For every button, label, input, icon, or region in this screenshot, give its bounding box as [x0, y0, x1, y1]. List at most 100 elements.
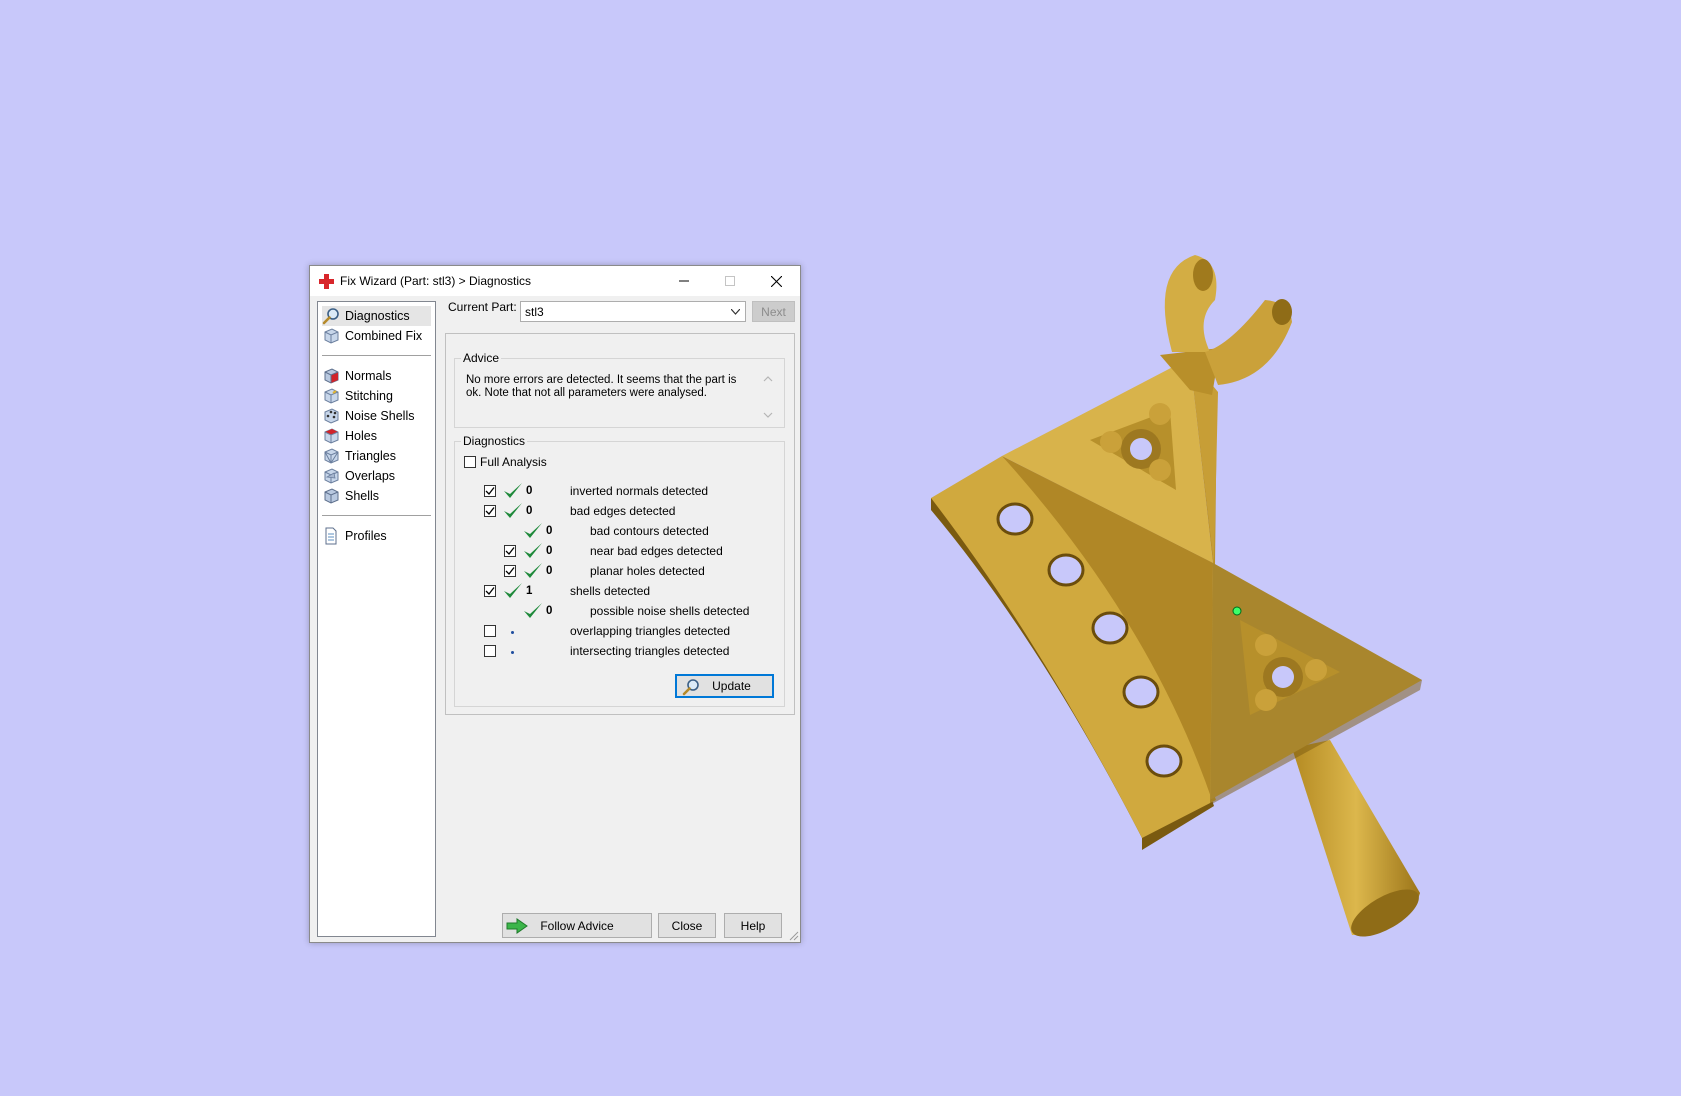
follow-advice-label: Follow Advice: [540, 918, 614, 933]
status-dot: [511, 631, 514, 634]
diagnostics-panel: Advice No more errors are detected. It s…: [445, 333, 795, 715]
checkmark-icon: [485, 507, 495, 515]
magnifier-icon: [322, 308, 339, 325]
shells-cube-icon: [324, 488, 339, 504]
intersecting-triangles-checkbox[interactable]: [484, 645, 496, 657]
help-button[interactable]: Help: [724, 913, 782, 938]
nav-item-label: Stitching: [345, 389, 393, 403]
green-check-icon: [524, 563, 542, 578]
maximize-icon: [725, 276, 735, 286]
next-button-label: Next: [761, 304, 786, 319]
nav-item-profiles[interactable]: Profiles: [322, 526, 431, 546]
nav-item-label: Normals: [345, 369, 392, 383]
nav-item-triangles[interactable]: Triangles: [322, 446, 431, 466]
3d-viewport[interactable]: [0, 0, 1681, 1093]
nav-item-overlaps[interactable]: Overlaps: [322, 466, 431, 486]
update-button[interactable]: Update: [675, 674, 774, 698]
planar-holes-count: 0: [546, 565, 553, 577]
green-check-icon: [504, 503, 522, 518]
next-button[interactable]: Next: [752, 301, 795, 322]
close-window-button[interactable]: [753, 266, 799, 296]
holes-cube-icon: [324, 428, 339, 444]
current-part-label: Current Part:: [448, 300, 517, 314]
update-button-label: Update: [712, 679, 751, 693]
nav-item-normals[interactable]: Normals: [322, 366, 431, 386]
green-check-icon: [524, 543, 542, 558]
green-check-icon: [504, 583, 522, 598]
nav-item-holes[interactable]: Holes: [322, 426, 431, 446]
title-bar[interactable]: Fix Wizard (Part: stl3) > Diagnostics: [310, 266, 800, 296]
nav-item-label: Overlaps: [345, 469, 396, 483]
triangles-cube-icon: [324, 448, 339, 464]
stitching-cube-icon: [324, 388, 339, 404]
bad-edges-count: 0: [526, 505, 533, 517]
red-cross-icon: [319, 274, 334, 289]
planar-holes-label: planar holes detected: [590, 564, 705, 578]
noise-shells-count: 0: [546, 605, 553, 617]
overlapping-triangles-label: overlapping triangles detected: [570, 624, 731, 638]
bad-contours-label: bad contours detected: [590, 524, 709, 538]
near-bad-edges-count: 0: [546, 545, 553, 557]
inverted-normals-checkbox[interactable]: [484, 485, 496, 497]
resize-grip-icon[interactable]: [787, 929, 799, 941]
help-button-label: Help: [740, 918, 766, 933]
green-check-icon: [524, 523, 542, 538]
advice-group-title: Advice: [461, 351, 502, 365]
follow-advice-button[interactable]: Follow Advice: [502, 913, 652, 938]
noise-shells-label: possible noise shells detected: [590, 604, 750, 618]
nav-item-combined-fix[interactable]: Combined Fix: [322, 326, 431, 346]
fix-wizard-dialog: Fix Wizard (Part: stl3) > Diagnostics Di…: [309, 265, 801, 943]
full-analysis-label: Full Analysis: [480, 455, 547, 469]
nav-item-label: Profiles: [345, 529, 387, 543]
minimize-button[interactable]: [661, 266, 707, 296]
close-button[interactable]: Close: [658, 913, 716, 938]
current-part-value: stl3: [525, 305, 544, 319]
nav-item-label: Noise Shells: [345, 409, 415, 423]
shells-checkbox[interactable]: [484, 585, 496, 597]
nav-item-diagnostics[interactable]: Diagnostics: [322, 306, 431, 326]
nav-item-label: Shells: [345, 489, 380, 503]
nav-separator: [322, 515, 431, 516]
intersecting-triangles-label: intersecting triangles detected: [570, 644, 730, 658]
inverted-normals-label: inverted normals detected: [570, 484, 709, 498]
normals-cube-icon: [324, 368, 339, 384]
current-part-select[interactable]: stl3: [520, 301, 746, 322]
cube-icon: [324, 328, 339, 344]
green-check-icon: [504, 483, 522, 498]
wizard-nav-list: Diagnostics Combined Fix Normals Stitchi…: [317, 301, 436, 937]
overlaps-cube-icon: [324, 468, 339, 484]
nav-item-stitching[interactable]: Stitching: [322, 386, 431, 406]
nav-separator: [322, 355, 431, 356]
planar-holes-checkbox[interactable]: [504, 565, 516, 577]
checkmark-icon: [505, 567, 515, 575]
full-analysis-checkbox[interactable]: [464, 456, 476, 468]
green-check-icon: [524, 603, 542, 618]
inverted-normals-count: 0: [526, 485, 533, 497]
noise-shells-cube-icon: [324, 408, 339, 424]
advice-text: No more errors are detected. It seems th…: [466, 374, 737, 399]
window-title: Fix Wizard (Part: stl3) > Diagnostics: [340, 274, 532, 288]
nav-item-shells[interactable]: Shells: [322, 486, 431, 506]
nav-item-noise-shells[interactable]: Noise Shells: [322, 406, 431, 426]
maximize-button[interactable]: [707, 266, 753, 296]
overlapping-triangles-checkbox[interactable]: [484, 625, 496, 637]
nav-item-label: Combined Fix: [345, 329, 423, 343]
shells-count: 1: [526, 585, 533, 597]
near-bad-edges-checkbox[interactable]: [504, 545, 516, 557]
near-bad-edges-label: near bad edges detected: [590, 544, 723, 558]
close-icon: [770, 275, 782, 287]
nav-item-label: Holes: [345, 429, 377, 443]
nav-item-label: Diagnostics: [345, 309, 410, 323]
checkmark-icon: [485, 487, 495, 495]
shells-label: shells detected: [570, 584, 651, 598]
bad-edges-label: bad edges detected: [570, 504, 676, 518]
advice-group: Advice No more errors are detected. It s…: [454, 351, 785, 428]
magnifier-icon: [682, 679, 699, 696]
nav-item-label: Triangles: [345, 449, 396, 463]
green-arrow-icon: [506, 918, 528, 934]
chevron-down-icon: [731, 309, 740, 315]
bad-contours-count: 0: [546, 525, 553, 537]
bad-edges-checkbox[interactable]: [484, 505, 496, 517]
checkmark-icon: [505, 547, 515, 555]
advice-scrollbar[interactable]: [761, 373, 775, 421]
